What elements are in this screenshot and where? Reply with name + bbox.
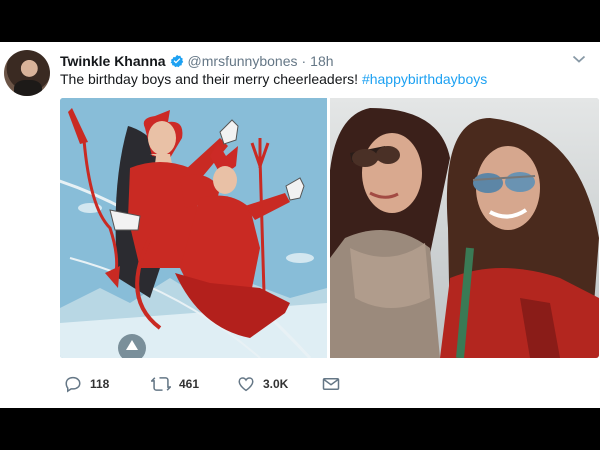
tweet-text: The birthday boys and their merry cheerl… bbox=[60, 71, 487, 87]
media-grid[interactable] bbox=[60, 98, 599, 358]
verified-badge-icon bbox=[170, 54, 183, 68]
reply-action[interactable]: 118 bbox=[64, 373, 109, 395]
tweet-body: The birthday boys and their merry cheerl… bbox=[60, 71, 359, 87]
separator-dot: · bbox=[301, 53, 307, 69]
photo-cartoon-devils[interactable] bbox=[60, 98, 327, 358]
tweet-actions: 118 461 3.0K bbox=[64, 373, 364, 395]
handle[interactable]: @mrsfunnybones bbox=[188, 53, 298, 69]
display-name[interactable]: Twinkle Khanna bbox=[60, 53, 166, 69]
like-count: 3.0K bbox=[263, 377, 289, 391]
photo-two-women[interactable] bbox=[330, 98, 599, 358]
retweet-icon[interactable] bbox=[151, 375, 171, 393]
envelope-icon[interactable] bbox=[322, 376, 340, 392]
avatar[interactable] bbox=[4, 50, 50, 96]
reply-icon[interactable] bbox=[64, 375, 82, 393]
photo-illustration bbox=[330, 98, 599, 358]
like-action[interactable]: 3.0K bbox=[237, 373, 288, 395]
message-action[interactable] bbox=[322, 373, 340, 395]
reply-count: 118 bbox=[90, 377, 110, 391]
chevron-down-icon[interactable] bbox=[572, 54, 586, 64]
cartoon-illustration bbox=[60, 98, 327, 358]
heart-icon[interactable] bbox=[237, 375, 255, 393]
timestamp[interactable]: 18h bbox=[310, 53, 333, 69]
letterbox-top bbox=[0, 0, 600, 42]
retweet-action[interactable]: 461 bbox=[151, 373, 199, 395]
letterbox-bottom bbox=[0, 408, 600, 450]
tweet-card[interactable]: Twinkle Khanna @mrsfunnybones · 18h The … bbox=[0, 42, 600, 408]
hashtag-link[interactable]: #happybirthdayboys bbox=[362, 71, 487, 87]
tweet-header: Twinkle Khanna @mrsfunnybones · 18h bbox=[60, 51, 334, 71]
retweet-count: 461 bbox=[179, 377, 200, 391]
